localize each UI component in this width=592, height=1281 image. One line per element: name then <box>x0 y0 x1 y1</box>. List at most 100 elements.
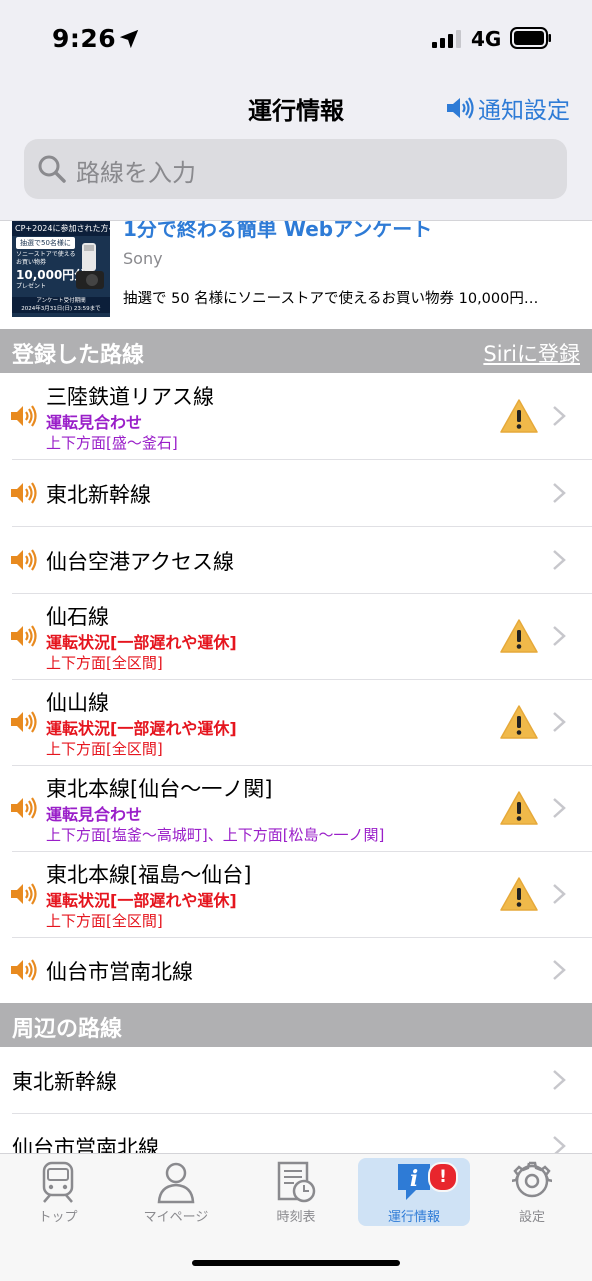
chevron-right-icon <box>552 1135 566 1153</box>
line-name: 東北新幹線 <box>12 1070 117 1094</box>
line-name: 仙台空港アクセス線 <box>46 549 234 574</box>
line-status: 運転見合わせ <box>46 413 143 432</box>
home-indicator <box>192 1260 400 1266</box>
ad-headline[interactable]: 1分で終わる簡単 Webアンケート <box>123 221 432 242</box>
search-icon <box>38 155 66 183</box>
nearby-lines-title: 周辺の路線 <box>12 1017 123 1042</box>
ad-brand: Sony <box>123 249 163 268</box>
network-type: 4G <box>471 27 502 51</box>
line-status: 運転状況[一部遅れや運休] <box>46 891 237 910</box>
line-name: 仙台市営南北線 <box>12 1136 159 1153</box>
registered-lines-title: 登録した路線 <box>12 343 145 368</box>
chevron-right-icon <box>552 549 566 571</box>
line-status: 運転見合わせ <box>46 805 143 824</box>
warning-icon <box>500 399 538 433</box>
chevron-right-icon <box>552 1069 566 1091</box>
battery-icon <box>510 27 551 49</box>
tab-service-info-label: 運行情報 <box>387 1210 440 1225</box>
tab-service-info[interactable]: i 運行情報 ! <box>358 1158 470 1226</box>
line-name: 仙山線 <box>46 691 109 715</box>
ad-thumb-sub: ソニーストアで使える お買い物券 <box>16 251 76 266</box>
line-name: 東北新幹線 <box>46 482 151 507</box>
status-time: 9:26 <box>52 24 117 53</box>
siri-register-link[interactable]: Siriに登録 <box>483 338 580 368</box>
ad-thumb-badge: 抽選で50名様に <box>16 237 75 249</box>
registered-line-row[interactable]: 東北新幹線 <box>0 459 592 527</box>
search-input[interactable]: 路線を入力 <box>24 139 567 199</box>
ad-thumb-present: プレゼント <box>16 283 47 290</box>
registered-line-row[interactable]: 仙石線 運転状況[一部遅れや運休] 上下方面[全区間] <box>0 593 592 680</box>
chevron-right-icon <box>552 711 566 733</box>
nearby-lines-header: 周辺の路線 <box>0 1003 592 1047</box>
tab-timetable-label: 時刻表 <box>276 1210 316 1225</box>
speaker-icon[interactable] <box>10 404 42 428</box>
tab-settings-label: 設定 <box>518 1210 545 1225</box>
ad-thumb-top-text: CP+2024に参加された方へ <box>12 221 110 236</box>
tab-top[interactable]: トップ <box>2 1158 114 1226</box>
chevron-right-icon <box>552 883 566 905</box>
chevron-right-icon <box>552 959 566 981</box>
tab-mypage[interactable]: マイページ <box>120 1158 232 1226</box>
speaker-icon[interactable] <box>10 710 42 734</box>
search-placeholder: 路線を入力 <box>76 159 196 187</box>
notification-settings-label: 通知設定 <box>478 98 570 124</box>
line-status: 運転状況[一部遅れや運休] <box>46 719 237 738</box>
registered-line-row[interactable]: 東北本線[仙台〜一ノ関] 運転見合わせ上下方面[塩釜〜高城町]、上下方面[松島〜一… <box>0 765 592 852</box>
tab-timetable[interactable]: 時刻表 <box>240 1158 352 1226</box>
speaker-icon <box>447 97 474 119</box>
tab-settings[interactable]: 設定 <box>476 1158 588 1226</box>
warning-icon <box>500 791 538 825</box>
registered-line-row[interactable]: 仙台市営南北線 <box>0 937 592 1003</box>
nearby-line-row[interactable]: 仙台市営南北線 <box>0 1113 592 1153</box>
train-icon <box>42 1161 74 1203</box>
nearby-line-row[interactable]: 東北新幹線 <box>0 1047 592 1114</box>
line-status: 運転状況[一部遅れや運休] <box>46 633 237 652</box>
line-direction: 上下方面[全区間] <box>46 654 163 672</box>
registered-lines-header: 登録した路線 Siriに登録 <box>0 329 592 373</box>
speaker-icon[interactable] <box>10 958 42 982</box>
speaker-icon[interactable] <box>10 481 42 505</box>
line-direction: 上下方面[盛〜釜石] <box>46 434 178 452</box>
speaker-icon[interactable] <box>10 548 42 572</box>
line-name: 仙台市営南北線 <box>46 960 193 984</box>
camera-icon <box>76 243 104 289</box>
notification-settings-button[interactable]: 通知設定 <box>446 91 570 125</box>
registered-line-row[interactable]: 仙山線運転状況[一部遅れや運休] 上下方面[全区間] <box>0 679 592 766</box>
registered-lines-list: 三陸鉄道リアス線 運転見合わせ 上下方面[盛〜釜石] 東北新幹線 仙台空港アクセス線 仙石… <box>0 373 592 1003</box>
line-name: 三陸鉄道リアス線 <box>46 385 214 409</box>
line-name: 東北本線[仙台〜一ノ関] <box>46 777 273 801</box>
ad-thumb-deadline-2: 2024年3月31日(日) 23:59まで <box>21 306 101 312</box>
status-bar: 9:26 4G <box>0 0 592 78</box>
speaker-icon[interactable] <box>10 796 42 820</box>
nav-bar: 運行情報 通知設定 <box>0 78 592 134</box>
gear-icon <box>512 1161 552 1198</box>
ad-description: 抽選で 50 名様にソニーストアで使えるお買い物券 10,000円… <box>123 291 539 307</box>
ad-thumb-deadline: アンケート受付期間 2024年3月31日(日) 23:59まで <box>12 297 110 313</box>
line-direction: 上下方面[全区間] <box>46 740 163 758</box>
speaker-icon[interactable] <box>10 624 42 648</box>
tab-mypage-label: マイページ <box>143 1210 209 1225</box>
line-direction: 上下方面[全区間] <box>46 912 163 930</box>
line-name: 東北本線[福島〜仙台] <box>46 863 252 887</box>
alert-badge: ! <box>428 1162 458 1192</box>
chevron-right-icon <box>552 482 566 504</box>
warning-icon <box>500 877 538 911</box>
ad-thumb-deadline-1: アンケート受付期間 <box>36 298 86 304</box>
cellular-signal-icon <box>432 30 461 48</box>
location-arrow-icon <box>119 29 139 49</box>
warning-icon <box>500 705 538 739</box>
person-icon <box>157 1162 195 1204</box>
registered-line-row[interactable]: 仙台空港アクセス線 <box>0 526 592 594</box>
chevron-right-icon <box>552 797 566 819</box>
registered-line-row[interactable]: 東北本線[福島〜仙台] 運転状況[一部遅れや運休] 上下方面[全区間] <box>0 851 592 938</box>
nearby-lines-list: 東北新幹線仙台市営南北線 <box>0 1047 592 1153</box>
tab-top-label: トップ <box>38 1210 78 1225</box>
registered-line-row[interactable]: 三陸鉄道リアス線運転見合わせ上下方面[盛〜釜石] <box>0 373 592 460</box>
line-direction: 上下方面[塩釜〜高城町]、上下方面[松島〜一ノ関] <box>46 826 385 844</box>
speaker-icon[interactable] <box>10 882 42 906</box>
ad-banner[interactable]: CP+2024に参加された方へ 抽選で50名様に ソニーストアで使える お買い物… <box>0 220 592 329</box>
chevron-right-icon <box>552 405 566 427</box>
warning-icon <box>500 619 538 653</box>
svg-text:i: i <box>410 1166 418 1192</box>
ad-thumbnail[interactable]: CP+2024に参加された方へ 抽選で50名様に ソニーストアで使える お買い物… <box>12 221 110 317</box>
